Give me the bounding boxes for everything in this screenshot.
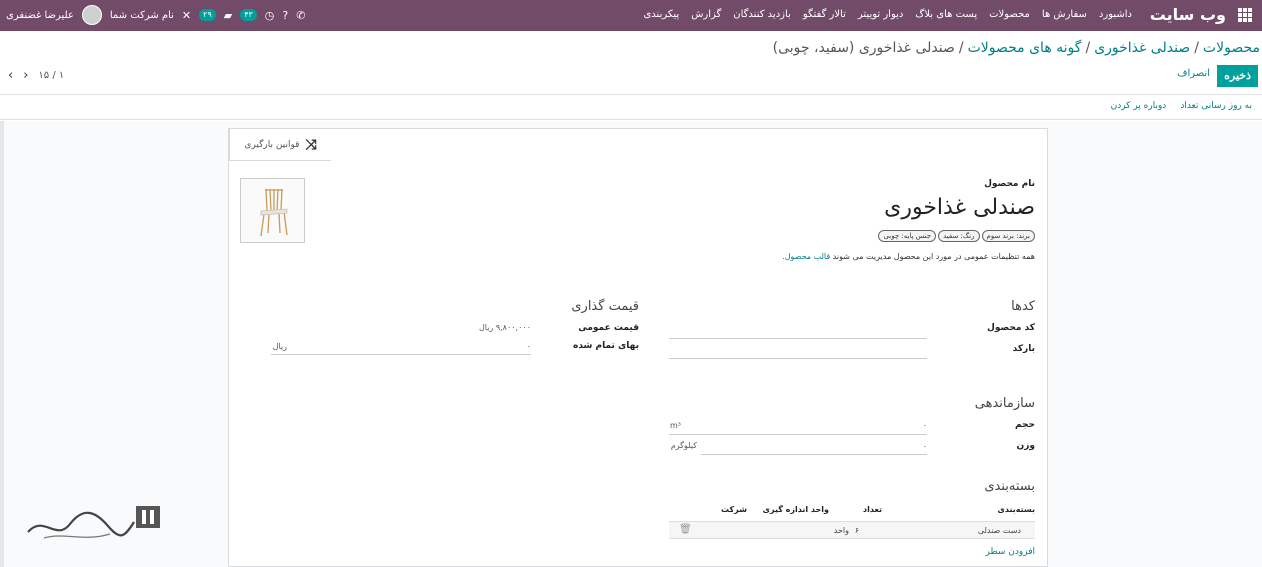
- add-line-button[interactable]: افزودن سطر: [986, 547, 1035, 557]
- pager: ‹ › ۱۵ / ۱: [8, 68, 64, 83]
- weight-label: وزن: [1016, 441, 1035, 451]
- form-statusbar: به روز رسانی تعداد دوباره پر کردن: [0, 94, 1262, 120]
- menu-item-products[interactable]: محصولات: [989, 9, 1030, 20]
- col-quantity[interactable]: تعداد: [863, 505, 882, 514]
- attribute-tag: جنس پایه: چوبی: [878, 230, 937, 242]
- shuffle-icon: ⤨: [305, 136, 317, 153]
- form-sheet: ⤨ قوانین بارگیری نام محصول صندلی غذاخوری…: [228, 128, 1048, 567]
- cost-value[interactable]: ۰: [527, 342, 531, 351]
- putaway-rules-label: قوانین بارگیری: [244, 139, 300, 150]
- attribute-tag: رنگ: سفید: [938, 230, 980, 242]
- messages-badge[interactable]: ۲۹: [199, 9, 216, 21]
- public-price-value[interactable]: ۹,۸۰۰,۰۰۰ ریال: [479, 323, 531, 332]
- systray: علیرضا غضنفری نام شرکت شما ✕ ۲۹ ▰ ۴۳ ◷ ?…: [6, 5, 305, 25]
- discard-button[interactable]: انصراف: [1177, 68, 1210, 79]
- packaging-qty-cell: ۶: [854, 526, 859, 535]
- volume-unit: m³: [670, 421, 681, 430]
- product-name-label: نام محصول: [984, 179, 1035, 189]
- menu-item-twitter-wall[interactable]: دیوار توییتر: [858, 9, 903, 20]
- close-debug-icon[interactable]: ✕: [182, 9, 191, 22]
- breadcrumb-products[interactable]: محصولات: [1203, 40, 1260, 56]
- col-company[interactable]: شرکت: [721, 505, 747, 514]
- product-image[interactable]: [240, 178, 305, 243]
- template-note-text: همه تنظیمات عمومی در مورد این محصول مدیر…: [832, 252, 1035, 261]
- menu-item-forum[interactable]: تالار گفتگو: [803, 9, 846, 20]
- breadcrumb-variants[interactable]: گونه های محصولات: [968, 40, 1082, 56]
- company-name[interactable]: نام شرکت شما: [110, 10, 174, 21]
- menu-item-visitors[interactable]: بازدید کنندگان: [733, 9, 791, 20]
- cost-currency: ریال: [272, 342, 287, 351]
- weight-input[interactable]: [701, 454, 927, 455]
- packaging-section-title: بسته‌بندی: [984, 479, 1035, 494]
- save-button[interactable]: ذخیره: [1217, 65, 1258, 87]
- trash-icon[interactable]: 🗑: [679, 524, 692, 535]
- col-packaging[interactable]: بسته‌بندی: [998, 505, 1035, 514]
- apps-menu-icon[interactable]: [1238, 8, 1252, 22]
- barcode-label: بارکد: [1012, 344, 1035, 354]
- weight-value[interactable]: ۰: [923, 442, 927, 451]
- top-navbar: وب سایت داشبورد سفارش ها محصولات پست های…: [0, 0, 1262, 31]
- help-icon[interactable]: ?: [282, 9, 288, 22]
- public-price-label: قیمت عمومی: [578, 323, 639, 333]
- packaging-name-cell: دست صندلی: [977, 526, 1021, 535]
- logo-watermark: [27, 506, 160, 539]
- product-template-link[interactable]: قالب محصول.: [782, 252, 830, 261]
- internal-ref-input[interactable]: [669, 338, 927, 339]
- putaway-rules-button[interactable]: ⤨ قوانین بارگیری: [229, 129, 331, 161]
- volume-label: حجم: [1014, 420, 1035, 430]
- breadcrumb-current: صندلی غذاخوری (سفید، چوبی): [772, 40, 955, 56]
- pricing-section-title: قیمت گذاری: [571, 299, 639, 314]
- cost-label: بهای تمام شده: [573, 341, 639, 351]
- user-name[interactable]: علیرضا غضنفری: [6, 10, 74, 21]
- cost-input[interactable]: [271, 354, 531, 355]
- replenish-button[interactable]: دوباره پر کردن: [1111, 101, 1167, 111]
- menu-item-blog-posts[interactable]: پست های بلاگ: [915, 9, 977, 20]
- breadcrumb: محصولات/صندلی غذاخوری/گونه های محصولات/ص…: [773, 40, 1260, 56]
- internal-ref-label: کد محصول: [987, 323, 1035, 333]
- pager-prev-icon[interactable]: ‹: [8, 68, 13, 83]
- app-brand[interactable]: وب سایت: [1150, 5, 1226, 24]
- activities-badge[interactable]: ۴۳: [240, 9, 257, 21]
- template-note: همه تنظیمات عمومی در مورد این محصول مدیر…: [782, 252, 1035, 261]
- logistics-section-title: سازماندهی: [974, 396, 1035, 411]
- breadcrumb-separator: /: [1085, 40, 1091, 56]
- menu-item-orders[interactable]: سفارش ها: [1042, 9, 1087, 20]
- user-avatar[interactable]: [81, 5, 102, 25]
- chair-image: [260, 188, 288, 237]
- breadcrumb-separator: /: [958, 40, 964, 56]
- menu-item-configuration[interactable]: پیکربندی: [643, 9, 679, 20]
- table-row[interactable]: دست صندلی ۶ واحد 🗑: [669, 521, 1035, 539]
- update-quantity-button[interactable]: به روز رسانی تعداد: [1180, 101, 1252, 111]
- breadcrumb-dining-chair[interactable]: صندلی غذاخوری: [1094, 40, 1190, 56]
- clock-icon[interactable]: ◷: [265, 9, 275, 22]
- attribute-tag: برند: برند سوم: [981, 230, 1035, 242]
- attribute-tags: برند: برند سوم رنگ: سفید جنس پایه: چوبی: [878, 230, 1035, 242]
- product-name-field[interactable]: صندلی غذاخوری: [884, 195, 1035, 220]
- menu-item-reporting[interactable]: گزارش: [691, 9, 721, 20]
- volume-value[interactable]: ۰: [923, 421, 927, 430]
- pager-next-icon[interactable]: ›: [23, 68, 28, 83]
- weight-unit: کیلوگرم: [670, 441, 697, 450]
- scroll-edge: [0, 121, 4, 567]
- volume-input[interactable]: [669, 434, 927, 435]
- main-menu: داشبورد سفارش ها محصولات پست های بلاگ دی…: [643, 9, 1132, 20]
- packaging-uom-cell: واحد: [833, 526, 849, 535]
- pager-value[interactable]: ۱۵ / ۱: [38, 70, 64, 81]
- menu-item-dashboard[interactable]: داشبورد: [1099, 9, 1132, 20]
- breadcrumb-separator: /: [1194, 40, 1199, 56]
- barcode-input[interactable]: [669, 358, 927, 359]
- chat-icon[interactable]: ▰: [224, 9, 232, 22]
- phone-icon[interactable]: ✆: [296, 9, 305, 22]
- codes-section-title: کدها: [1011, 299, 1035, 314]
- col-uom[interactable]: واحد اندازه گیری: [763, 505, 829, 514]
